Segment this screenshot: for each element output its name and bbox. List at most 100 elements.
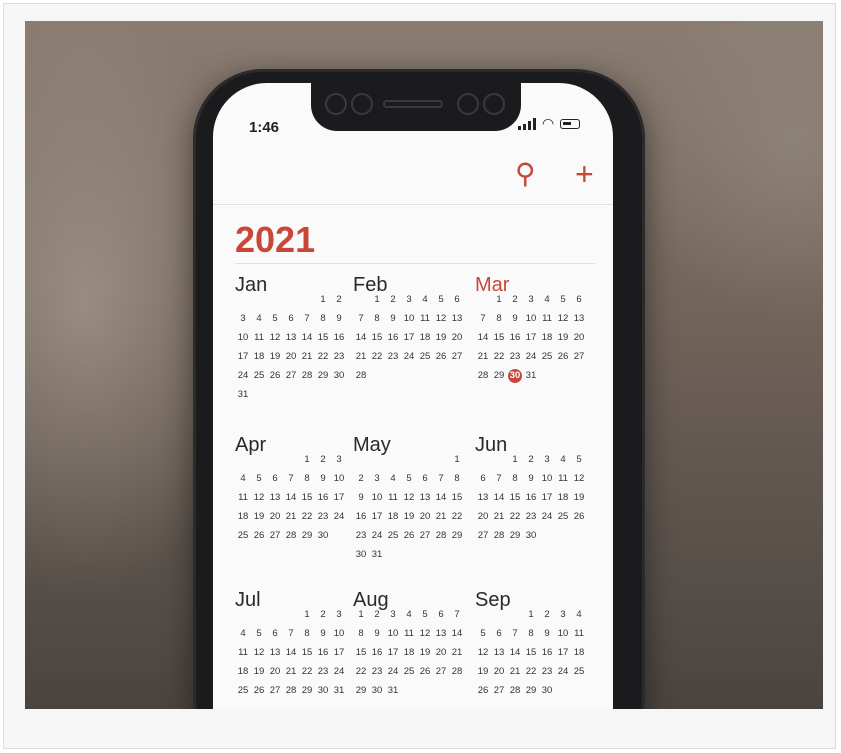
day-cell[interactable]: 8 [449,472,465,486]
day-cell[interactable]: 2 [507,293,523,307]
day-cell[interactable]: 15 [523,646,539,660]
day-cell[interactable]: 28 [433,529,449,543]
day-cell[interactable]: 7 [507,627,523,641]
day-cell[interactable]: 3 [331,608,347,622]
month-may[interactable]: May 1 2 3 4 5 6 7 8 9 10 11 12 13 14 15 16 17 18 19 20 21 22 23… [353,433,465,562]
search-icon[interactable]: ⚲ [515,159,536,189]
day-cell[interactable]: 26 [417,665,433,679]
day-cell[interactable]: 24 [555,665,571,679]
day-cell[interactable]: 25 [571,665,587,679]
day-cell[interactable]: 22 [449,510,465,524]
day-cell[interactable]: 1 [299,608,315,622]
day-cell[interactable]: 24 [539,510,555,524]
day-cell[interactable]: 26 [571,510,587,524]
day-cell[interactable]: 3 [331,453,347,467]
day-cell[interactable]: 8 [369,312,385,326]
day-cell[interactable]: 12 [251,646,267,660]
day-cell[interactable]: 21 [491,510,507,524]
day-cell[interactable]: 4 [235,627,251,641]
day-cell[interactable]: 14 [433,491,449,505]
month-jun[interactable]: Jun 1 2 3 4 5 6 7 8 9 10 11 12 13 14 15 16 17 18 19 20 21 22 23… [475,433,587,543]
day-cell[interactable]: 9 [369,627,385,641]
day-cell[interactable]: 11 [251,331,267,345]
day-cell[interactable]: 5 [555,293,571,307]
day-cell[interactable]: 20 [417,510,433,524]
day-cell[interactable]: 7 [433,472,449,486]
day-cell[interactable]: 4 [571,608,587,622]
day-cell[interactable]: 22 [353,665,369,679]
day-cell[interactable]: 21 [449,646,465,660]
day-cell[interactable]: 20 [571,331,587,345]
day-cell[interactable]: 9 [385,312,401,326]
day-cell[interactable]: 13 [433,627,449,641]
day-cell[interactable]: 26 [251,684,267,698]
day-cell[interactable]: 22 [299,665,315,679]
day-cell[interactable]: 14 [299,331,315,345]
day-cell[interactable]: 28 [475,369,491,383]
day-cell[interactable]: 29 [353,684,369,698]
day-cell[interactable]: 1 [369,293,385,307]
day-cell[interactable]: 8 [507,472,523,486]
day-cell[interactable]: 10 [385,627,401,641]
day-cell[interactable]: 16 [507,331,523,345]
day-cell[interactable]: 29 [449,529,465,543]
day-cell[interactable]: 16 [539,646,555,660]
day-cell[interactable]: 4 [401,608,417,622]
day-cell[interactable]: 3 [539,453,555,467]
day-cell[interactable]: 28 [507,684,523,698]
day-cell[interactable]: 5 [571,453,587,467]
day-cell[interactable]: 4 [539,293,555,307]
day-cell[interactable]: 13 [449,312,465,326]
day-cell[interactable]: 23 [315,510,331,524]
day-cell[interactable]: 7 [449,608,465,622]
day-cell[interactable]: 15 [507,491,523,505]
day-cell[interactable]: 7 [283,472,299,486]
day-cell[interactable]: 25 [417,350,433,364]
day-cell[interactable]: 8 [315,312,331,326]
day-cell[interactable]: 11 [235,491,251,505]
day-cell[interactable]: 21 [283,665,299,679]
day-cell[interactable]: 26 [433,350,449,364]
day-cell[interactable]: 5 [251,472,267,486]
day-cell[interactable]: 7 [491,472,507,486]
day-cell[interactable]: 19 [475,665,491,679]
day-cell[interactable]: 12 [401,491,417,505]
day-cell[interactable]: 29 [523,684,539,698]
day-cell[interactable]: 22 [491,350,507,364]
day-cell[interactable]: 9 [315,472,331,486]
day-cell[interactable]: 18 [385,510,401,524]
day-cell[interactable]: 29 [507,529,523,543]
day-cell[interactable]: 19 [251,510,267,524]
day-cell[interactable]: 3 [369,472,385,486]
day-cell[interactable]: 28 [449,665,465,679]
day-cell[interactable]: 5 [475,627,491,641]
day-cell[interactable]: 28 [491,529,507,543]
day-cell[interactable]: 17 [555,646,571,660]
day-cell[interactable]: 19 [267,350,283,364]
day-cell[interactable]: 13 [475,491,491,505]
day-cell[interactable]: 4 [417,293,433,307]
day-cell[interactable]: 20 [449,331,465,345]
day-cell[interactable]: 18 [417,331,433,345]
day-cell[interactable]: 12 [417,627,433,641]
day-cell[interactable]: 13 [571,312,587,326]
month-aug[interactable]: Aug 1 2 3 4 5 6 7 8 9 10 11 12 13 14 15 16 17 18 19 20 21 22 23… [353,588,465,698]
day-cell[interactable]: 7 [353,312,369,326]
day-cell[interactable]: 10 [331,627,347,641]
day-cell[interactable]: 21 [299,350,315,364]
day-cell[interactable]: 2 [523,453,539,467]
year-title[interactable]: 2021 [235,219,315,261]
day-cell[interactable]: 16 [353,510,369,524]
day-cell[interactable]: 23 [315,665,331,679]
day-cell[interactable]: 19 [401,510,417,524]
day-cell[interactable]: 6 [433,608,449,622]
day-cell[interactable]: 6 [491,627,507,641]
day-cell[interactable]: 1 [491,293,507,307]
day-cell[interactable]: 1 [353,608,369,622]
day-cell[interactable]: 2 [353,472,369,486]
day-cell[interactable]: 26 [475,684,491,698]
day-cell[interactable]: 12 [251,491,267,505]
day-cell[interactable]: 8 [491,312,507,326]
day-cell[interactable]: 30 [508,369,522,383]
day-cell[interactable]: 25 [539,350,555,364]
